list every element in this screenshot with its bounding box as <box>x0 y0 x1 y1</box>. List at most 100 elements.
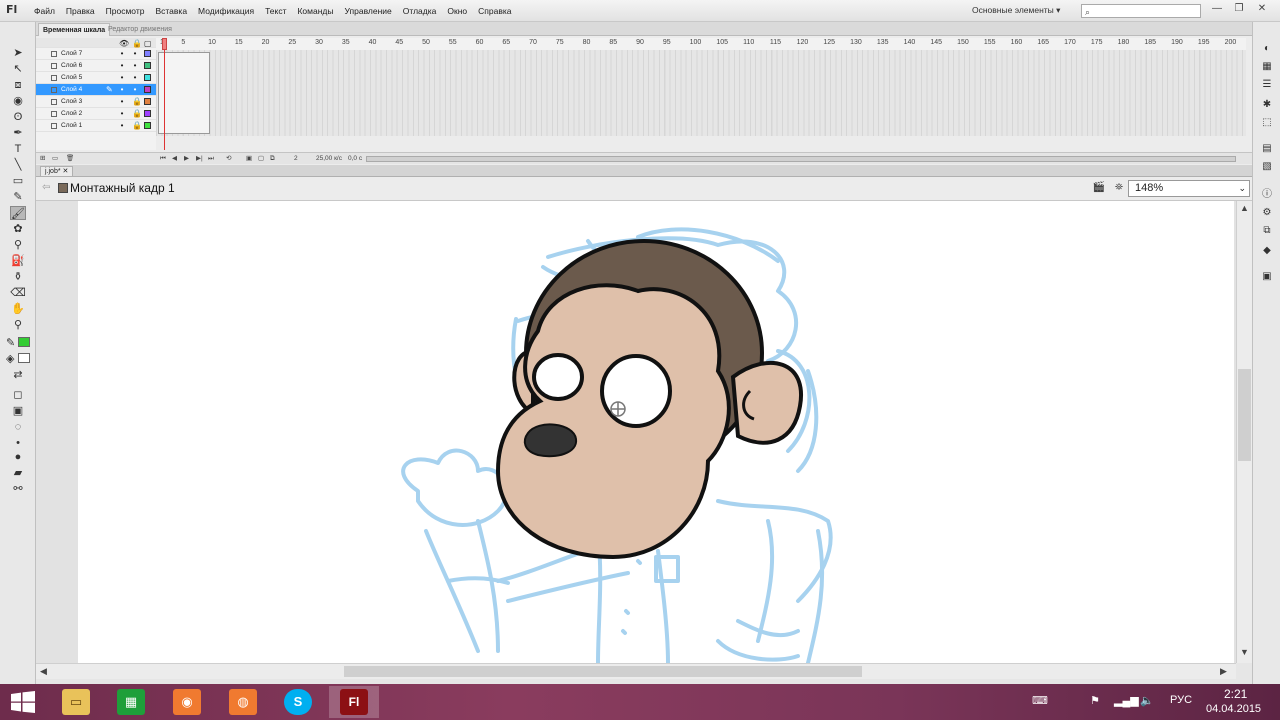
stage-horizontal-scrollbar[interactable]: ◀ ▶ <box>36 663 1236 679</box>
hand-tool-icon[interactable]: ✋ <box>10 302 26 316</box>
info-panel-icon[interactable]: ✱ <box>1260 98 1274 111</box>
stroke-color-swatch[interactable] <box>18 337 30 347</box>
delete-layer-icon[interactable]: 🗑 <box>66 153 74 165</box>
visibility-dot[interactable]: • <box>119 72 125 84</box>
lock-dot[interactable]: • <box>132 72 138 84</box>
layer-row[interactable]: Слой 4 ✎ • • <box>36 84 156 96</box>
windows-start-icon[interactable] <box>10 691 36 713</box>
keyboard-icon[interactable]: ⌨ <box>1032 694 1048 707</box>
visibility-dot[interactable]: • <box>119 108 125 120</box>
menu-file[interactable]: Файл <box>34 6 55 16</box>
properties-panel-icon[interactable]: ⓘ <box>1260 188 1274 201</box>
pressure-icon[interactable]: ▰ <box>10 466 26 480</box>
layer-outline-color[interactable] <box>144 62 151 69</box>
scroll-down-icon[interactable]: ▼ <box>1240 647 1249 657</box>
taskbar-flash[interactable]: Fl <box>329 686 379 718</box>
close-button[interactable]: ✕ <box>1253 2 1271 16</box>
visibility-dot[interactable]: • <box>119 84 125 96</box>
menu-commands[interactable]: Команды <box>297 6 333 16</box>
menu-window[interactable]: Окно <box>447 6 467 16</box>
close-tab-icon[interactable]: ✕ <box>63 168 69 175</box>
pen-tool-icon[interactable]: ✒ <box>10 126 26 140</box>
bone-tool-icon[interactable]: ⚲ <box>10 238 26 252</box>
fps-readout[interactable]: 25,00 к/с <box>316 153 342 165</box>
tab-motion-editor[interactable]: Редактор движения <box>104 23 176 36</box>
3d-rotation-tool-icon[interactable]: ◉ <box>10 94 26 108</box>
taskbar-store[interactable]: ▦ <box>106 686 156 718</box>
lasso-tool-icon[interactable]: ʘ <box>10 110 26 124</box>
help-search-input[interactable]: ⌕ <box>1081 4 1201 18</box>
paint-bucket-tool-icon[interactable]: ⛽ <box>10 254 26 268</box>
tab-timeline[interactable]: Временная шкала <box>38 23 111 36</box>
loop-icon[interactable]: ⟲ <box>226 153 231 165</box>
layer-outline-color[interactable] <box>144 50 151 57</box>
clock-time[interactable]: 2:21 <box>1224 687 1247 701</box>
scroll-right-icon[interactable]: ▶ <box>1220 666 1227 677</box>
menu-text[interactable]: Текст <box>265 6 286 16</box>
visibility-dot[interactable]: • <box>119 96 125 108</box>
menu-edit[interactable]: Правка <box>66 6 95 16</box>
minimize-button[interactable]: — <box>1208 2 1226 16</box>
layer-outline-color[interactable] <box>144 74 151 81</box>
edit-symbols-icon[interactable]: ⛯ <box>1112 182 1126 195</box>
layer-row[interactable]: Слой 6 • • <box>36 60 156 72</box>
back-arrow-icon[interactable]: ⇦ <box>42 182 50 193</box>
color-panel-icon[interactable]: ◐ <box>1260 42 1274 55</box>
tilt-icon[interactable]: ⚯ <box>10 482 26 496</box>
layer-row[interactable]: Слой 2 • 🔒 <box>36 108 156 120</box>
step-forward-icon[interactable]: ▶| <box>196 153 203 165</box>
visibility-dot[interactable]: • <box>119 120 125 132</box>
onion-skin-icon[interactable]: ▣ <box>246 153 252 165</box>
language-indicator[interactable]: РУС <box>1170 694 1192 706</box>
workspace-switcher[interactable]: Основные элементы ▾ <box>972 5 1072 18</box>
lock-dot[interactable]: • <box>132 48 138 60</box>
lock-dot[interactable]: • <box>132 60 138 72</box>
layer-outline-color[interactable] <box>144 98 151 105</box>
taskbar-skype[interactable]: S <box>273 686 323 718</box>
layer-outline-color[interactable] <box>144 122 151 129</box>
new-folder-icon[interactable]: ▭ <box>52 153 58 165</box>
swatches-panel-icon[interactable]: ▦ <box>1260 60 1274 73</box>
taskbar-file-explorer[interactable]: ▭ <box>51 686 101 718</box>
visibility-dot[interactable]: • <box>119 60 125 72</box>
visibility-dot[interactable]: • <box>119 48 125 60</box>
vertical-scroll-thumb[interactable] <box>1238 369 1251 461</box>
restore-button[interactable]: ❐ <box>1230 2 1248 16</box>
fill-color-swatch[interactable] <box>18 353 30 363</box>
layer-outline-color[interactable] <box>144 110 151 117</box>
brush-mode-icon[interactable]: ▣ <box>10 404 26 418</box>
document-tab[interactable]: j.job* ✕ <box>40 166 74 177</box>
menu-modify[interactable]: Модификация <box>198 6 254 16</box>
menu-view[interactable]: Просмотр <box>106 6 145 16</box>
play-icon[interactable]: ▶ <box>184 153 189 165</box>
lock-dot[interactable]: • <box>132 84 138 96</box>
network-icon[interactable]: ▂▄▆ <box>1114 694 1139 707</box>
align-panel-icon[interactable]: ☰ <box>1260 78 1274 91</box>
layer-row[interactable]: Слой 3 • 🔒 <box>36 96 156 108</box>
volume-icon[interactable]: 🔈 <box>1140 694 1154 707</box>
onion-outline-icon[interactable]: ▢ <box>258 153 264 165</box>
clock-date[interactable]: 04.04.2015 <box>1206 703 1261 715</box>
deco-tool-icon[interactable]: ✿ <box>10 222 26 236</box>
step-back-icon[interactable]: ◀ <box>172 153 177 165</box>
lock-icon[interactable]: 🔒 <box>132 96 142 108</box>
swap-colors-icon[interactable]: ⇄ <box>10 368 26 382</box>
menu-debug[interactable]: Отладка <box>403 6 437 16</box>
timeline-scrollbar[interactable] <box>366 156 1236 162</box>
zoom-select[interactable]: 148% ⌄ <box>1128 180 1250 197</box>
menu-insert[interactable]: Вставка <box>155 6 187 16</box>
scroll-up-icon[interactable]: ▲ <box>1240 203 1249 213</box>
history-panel-icon[interactable]: ▣ <box>1260 270 1274 283</box>
scene-name[interactable]: Монтажный кадр 1 <box>70 181 175 195</box>
lock-icon[interactable]: 🔒 <box>132 108 142 120</box>
taskbar-app-orange-2[interactable]: ◍ <box>218 686 268 718</box>
library-panel-icon[interactable]: ▤ <box>1260 142 1274 155</box>
goto-last-frame-icon[interactable]: ⏭ <box>208 153 214 165</box>
transform-panel-icon[interactable]: ⬚ <box>1260 116 1274 129</box>
zoom-tool-icon[interactable]: ⚲ <box>10 318 26 332</box>
menu-control[interactable]: Управление <box>345 6 392 16</box>
eyedropper-tool-icon[interactable]: ⚱ <box>10 270 26 284</box>
frame-grid[interactable] <box>156 50 1246 136</box>
goto-first-frame-icon[interactable]: ⏮ <box>160 153 166 165</box>
code-snippets-icon[interactable]: ⧉ <box>1260 224 1274 237</box>
